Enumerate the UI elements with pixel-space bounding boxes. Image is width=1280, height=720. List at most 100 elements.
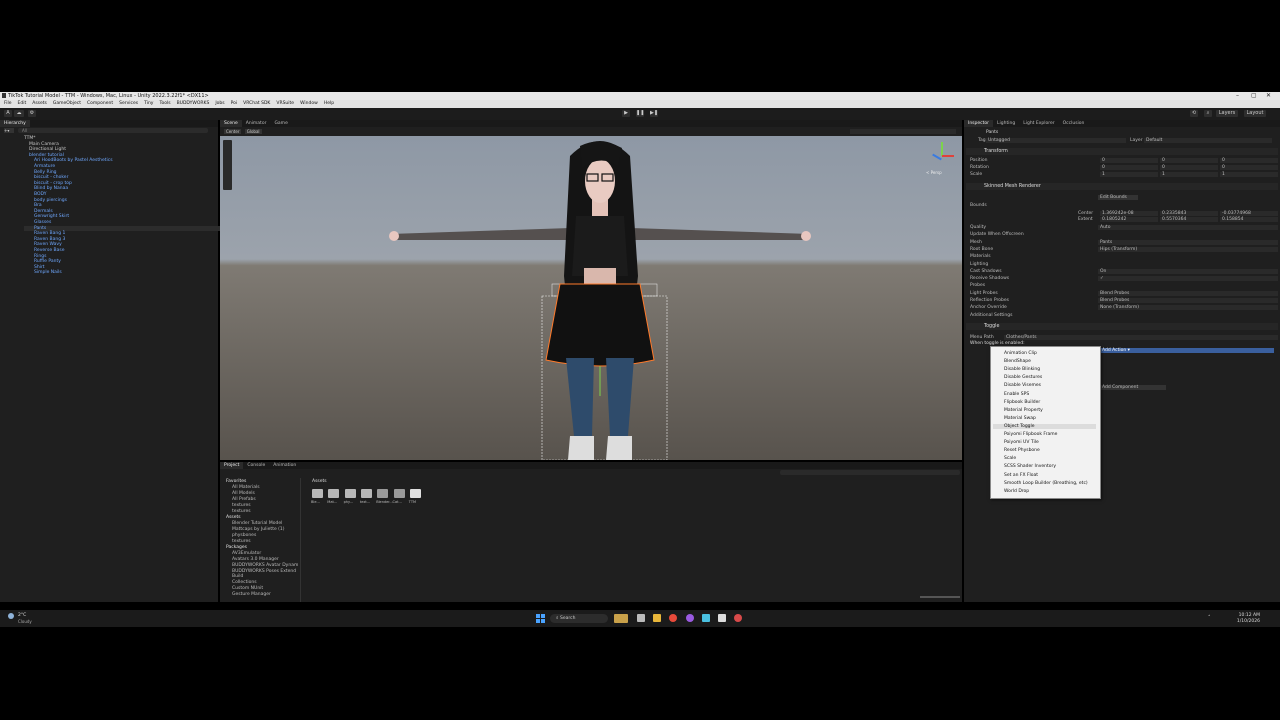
dropdown-item[interactable]: Poiyomi UV Tile (1004, 440, 1039, 445)
dropdown-item[interactable]: Material Swap (1004, 416, 1036, 421)
menu-component[interactable]: Component (87, 100, 113, 108)
package-item[interactable]: Gesture Manager (232, 592, 271, 597)
layout-dropdown[interactable]: Layout (1244, 110, 1266, 117)
favorites-item[interactable]: textures (232, 509, 251, 514)
dropdown-item[interactable]: SCSS Shader Inventory (1004, 464, 1056, 469)
dropdown-item[interactable]: World Drop (1004, 489, 1029, 494)
transform-tools-palette[interactable] (223, 140, 232, 190)
taskbar-search-box[interactable]: ⌕ Search (550, 614, 608, 623)
dropdown-item[interactable]: Material Property (1004, 408, 1043, 413)
smr-row-value[interactable]: Pants (1098, 239, 1278, 245)
folder-icon[interactable] (312, 489, 323, 498)
hierarchy-item[interactable]: Raven Wavy (24, 242, 62, 247)
favorites-item[interactable]: All Materials (232, 485, 260, 490)
smr-row-value[interactable]: Blend Probes (1098, 298, 1278, 303)
hierarchy-item[interactable]: Directional Light (24, 147, 66, 152)
clock-date[interactable]: 1/10/2026 (1226, 619, 1260, 624)
widgets-icon[interactable] (614, 614, 628, 623)
tab-project[interactable]: Project (220, 462, 244, 469)
tab-animator[interactable]: Animator (242, 120, 271, 127)
tray-chevron-icon[interactable]: ˄ (1208, 615, 1211, 621)
folder-icon[interactable] (377, 489, 389, 498)
smr-row-value[interactable]: Auto (1098, 225, 1278, 230)
skinned-mesh-renderer-header[interactable]: Skinned Mesh Renderer (966, 183, 1278, 190)
file-explorer-icon[interactable] (653, 614, 661, 622)
tab-scene[interactable]: Scene (220, 120, 242, 127)
history-icon[interactable]: ⟲ (1190, 110, 1198, 117)
dropdown-item[interactable]: Enable SPS (1004, 392, 1029, 397)
hierarchy-item[interactable]: Glasses (24, 220, 51, 225)
hierarchy-item[interactable]: Pants (24, 225, 228, 231)
pivot-mode-button[interactable]: Center (224, 129, 242, 134)
package-item[interactable]: Collections (232, 580, 257, 585)
orientation-gizmo[interactable]: < Persp (926, 142, 956, 175)
layers-dropdown[interactable]: Layers (1216, 110, 1238, 117)
transform-x-field[interactable]: 1 (1100, 172, 1158, 177)
menu-tiny[interactable]: Tiny (144, 100, 153, 108)
extent-x-field[interactable]: 0.1805242 (1100, 217, 1158, 222)
transform-y-field[interactable]: 1 (1160, 172, 1218, 177)
package-item[interactable]: BUDDYWORKS Poses Extend (232, 569, 296, 574)
menu-vrchat-sdk[interactable]: VRChat SDK (243, 100, 270, 108)
folder-icon[interactable] (344, 489, 356, 498)
menu-gameobject[interactable]: GameObject (53, 100, 81, 108)
favorites-item[interactable]: All Prefabs (232, 497, 256, 502)
dropdown-item[interactable]: Animation Clip (1004, 351, 1037, 356)
transform-z-field[interactable]: 0 (1220, 158, 1278, 163)
menu-buddyworks[interactable]: BUDDYWORKS (177, 100, 210, 108)
package-item[interactable]: Avatars 3.0 Manager (232, 557, 279, 562)
edit-bounds-button[interactable]: Edit Bounds (1098, 195, 1138, 200)
hierarchy-item[interactable]: Main Camera (24, 142, 59, 147)
menu-edit[interactable]: Edit (18, 100, 27, 108)
assets-folder-item[interactable]: Mattcaps by Juliette (1) (232, 527, 285, 532)
tab-lighting[interactable]: Lighting (993, 120, 1019, 127)
tab-animation[interactable]: Animation (269, 462, 300, 469)
dropdown-item[interactable]: Reset Physbone (1004, 448, 1040, 453)
chrome-icon[interactable] (669, 614, 677, 622)
dropdown-item[interactable]: Poiyomi Flipbook Frame (1004, 432, 1057, 437)
hierarchy-item[interactable]: Rings (24, 254, 46, 259)
tab-game[interactable]: Game (270, 120, 291, 127)
add-object-button[interactable]: +▾ (4, 128, 14, 133)
center-x-field[interactable]: 1.369242e-08 (1100, 211, 1158, 216)
tab-inspector[interactable]: Inspector (964, 120, 993, 127)
tab-hierarchy[interactable]: Hierarchy (0, 120, 30, 127)
cloud-icon[interactable]: ☁ (14, 110, 24, 117)
scene-view-options[interactable] (850, 129, 956, 134)
folder-icon[interactable] (360, 489, 372, 498)
settings-icon[interactable]: ⚙ (28, 110, 36, 117)
toggle-component-header[interactable]: Toggle (966, 323, 1278, 330)
add-component-button[interactable]: Add Component (1100, 385, 1166, 390)
search-icon[interactable]: ⌕ (1204, 110, 1212, 117)
tab-occlusion[interactable]: Occlusion (1059, 120, 1089, 127)
maximize-button[interactable]: ▢ (1251, 92, 1257, 99)
close-button[interactable]: ✕ (1266, 92, 1271, 99)
hierarchy-search-input[interactable]: All (18, 128, 208, 133)
dropdown-item[interactable]: Disable Visemes (1004, 383, 1041, 388)
menu-help[interactable]: Help (324, 100, 334, 108)
dropdown-item[interactable]: Disable Blinking (1004, 367, 1040, 372)
package-item[interactable]: Build (232, 574, 243, 579)
hierarchy-item[interactable]: TTM* (24, 136, 36, 141)
package-item[interactable]: BUDDYWORKS Avatar Dynam (232, 563, 298, 568)
menu-path-field[interactable]: Clothes/Pants (1004, 335, 1278, 340)
task-view-icon[interactable] (637, 614, 645, 622)
hierarchy-item[interactable]: Raven Bang 1 (24, 231, 65, 236)
hierarchy-item[interactable]: body piercings (24, 198, 67, 203)
windows-start-icon[interactable] (536, 614, 545, 623)
minimize-button[interactable]: – (1236, 92, 1239, 99)
hierarchy-item[interactable]: Simple Nails (24, 270, 62, 275)
play-button[interactable]: ▶ (622, 110, 630, 117)
tab-console[interactable]: Console (243, 462, 269, 469)
package-item[interactable]: Custom NUnit (232, 586, 263, 591)
assets-folder-item[interactable]: Blender Tutorial Model (232, 521, 282, 526)
packages-header[interactable]: Packages (226, 545, 247, 550)
folder-icon[interactable] (328, 489, 340, 498)
hierarchy-item[interactable]: Armature (24, 164, 55, 169)
dropdown-item[interactable]: Set an FX Float (1004, 473, 1038, 478)
assets-header[interactable]: Assets (226, 515, 241, 520)
assets-folder-item[interactable]: physbones (232, 533, 256, 538)
hierarchy-item[interactable]: Belly Ring (24, 170, 57, 175)
dropdown-item[interactable]: Smooth Loop Builder (Breathing, etc) (1004, 481, 1088, 486)
account-button[interactable]: A (4, 110, 12, 117)
